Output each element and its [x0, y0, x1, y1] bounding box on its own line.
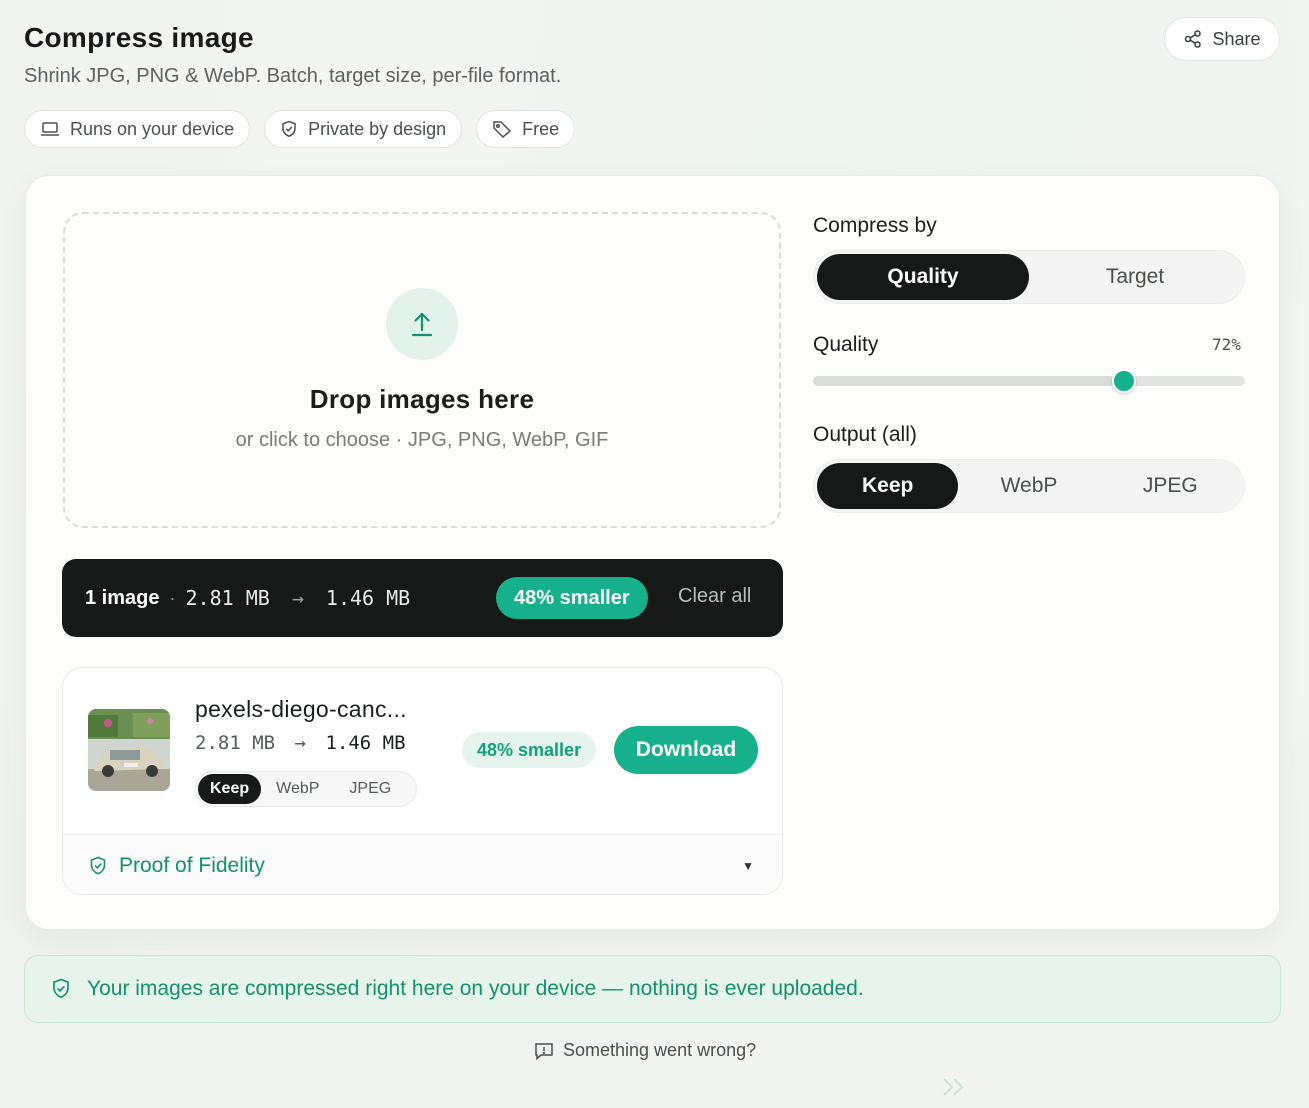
- compress-by-target[interactable]: Target: [1029, 254, 1241, 300]
- shield-check-icon: [90, 856, 106, 875]
- summary-original-size: 2.81 MB: [185, 586, 270, 610]
- privacy-text: Your images are compressed right here on…: [87, 977, 864, 1000]
- page-subtitle: Shrink JPG, PNG & WebP. Batch, target si…: [24, 65, 562, 87]
- file-card: pexels-diego-canc... 2.81 MB → 1.46 MB K…: [62, 667, 783, 895]
- quality-value: 72%: [1212, 335, 1241, 354]
- compressor-card: Drop images here or click to choose · JP…: [25, 175, 1280, 930]
- feature-pills: Runs on your device Private by design Fr…: [24, 110, 576, 148]
- compress-by-quality[interactable]: Quality: [817, 254, 1029, 300]
- quality-slider-fill: [813, 376, 1125, 386]
- quality-slider-thumb[interactable]: [1112, 369, 1137, 393]
- download-button[interactable]: Download: [614, 726, 758, 774]
- share-button[interactable]: Share: [1164, 17, 1280, 61]
- summary-sizes: 2.81 MB → 1.46 MB: [185, 586, 410, 610]
- caret-down-icon: ▼: [742, 859, 754, 873]
- output-format-selector: Keep WebP JPEG: [813, 459, 1245, 513]
- file-name: pexels-diego-canc...: [195, 696, 407, 722]
- file-original-size: 2.81 MB: [195, 732, 276, 754]
- file-format-keep[interactable]: Keep: [198, 774, 262, 804]
- upload-icon: [411, 312, 433, 337]
- file-savings-badge: 48% smaller: [462, 732, 597, 768]
- pill-free: Free: [476, 110, 576, 148]
- compress-by-selector: Quality Target: [813, 250, 1245, 304]
- double-chevron-icon: [943, 1078, 964, 1096]
- file-sizes: 2.81 MB → 1.46 MB: [195, 732, 406, 754]
- tag-icon: [493, 121, 512, 138]
- dropzone-subtitle: or click to choose · JPG, PNG, WebP, GIF: [235, 429, 609, 451]
- output-label: Output (all): [813, 423, 917, 446]
- share-label: Share: [1212, 28, 1261, 49]
- laptop-icon: [41, 122, 59, 136]
- upload-badge: [386, 288, 458, 360]
- file-compressed-size: 1.46 MB: [325, 732, 406, 754]
- output-format-keep[interactable]: Keep: [817, 463, 959, 509]
- report-label: Something went wrong?: [563, 1040, 757, 1060]
- output-format-webp[interactable]: WebP: [958, 463, 1099, 509]
- file-format-selector: Keep WebP JPEG: [195, 771, 417, 807]
- share-icon: [1185, 30, 1202, 48]
- summary-count: 1 image: [85, 586, 160, 609]
- dropzone[interactable]: Drop images here or click to choose · JP…: [63, 212, 781, 528]
- summary-separator: ·: [169, 587, 176, 608]
- quality-label: Quality: [813, 333, 879, 356]
- shield-check-icon: [282, 120, 296, 138]
- feedback-icon: [535, 1042, 553, 1060]
- dropzone-title: Drop images here: [309, 384, 535, 414]
- proof-label: Proof of Fidelity: [119, 853, 265, 877]
- summary-compressed-size: 1.46 MB: [325, 586, 411, 610]
- output-format-jpeg[interactable]: JPEG: [1100, 463, 1241, 509]
- pill-runs-on-device: Runs on your device: [24, 110, 251, 148]
- summary-bar: 1 image · 2.81 MB → 1.46 MB 48% smaller …: [62, 559, 783, 637]
- report-problem-link[interactable]: Something went wrong?: [534, 1040, 756, 1061]
- arrow-icon: →: [294, 732, 306, 754]
- file-format-webp[interactable]: WebP: [261, 774, 334, 804]
- file-format-jpeg[interactable]: JPEG: [334, 774, 406, 804]
- pill-label: Runs on your device: [70, 118, 235, 139]
- compress-by-label: Compress by: [813, 214, 937, 237]
- pill-private-by-design: Private by design: [264, 110, 463, 148]
- arrow-icon: →: [291, 586, 304, 610]
- proof-of-fidelity-toggle[interactable]: Proof of Fidelity ▼: [63, 834, 782, 894]
- file-thumbnail: [88, 709, 170, 791]
- privacy-banner: Your images are compressed right here on…: [24, 955, 1281, 1023]
- page-title: Compress image: [24, 22, 254, 53]
- clear-all-button[interactable]: Clear all: [678, 585, 751, 608]
- pill-label: Free: [522, 118, 560, 139]
- quality-slider[interactable]: [813, 369, 1245, 393]
- pill-label: Private by design: [308, 118, 447, 139]
- summary-savings-badge: 48% smaller: [496, 577, 648, 619]
- shield-check-icon: [53, 978, 69, 999]
